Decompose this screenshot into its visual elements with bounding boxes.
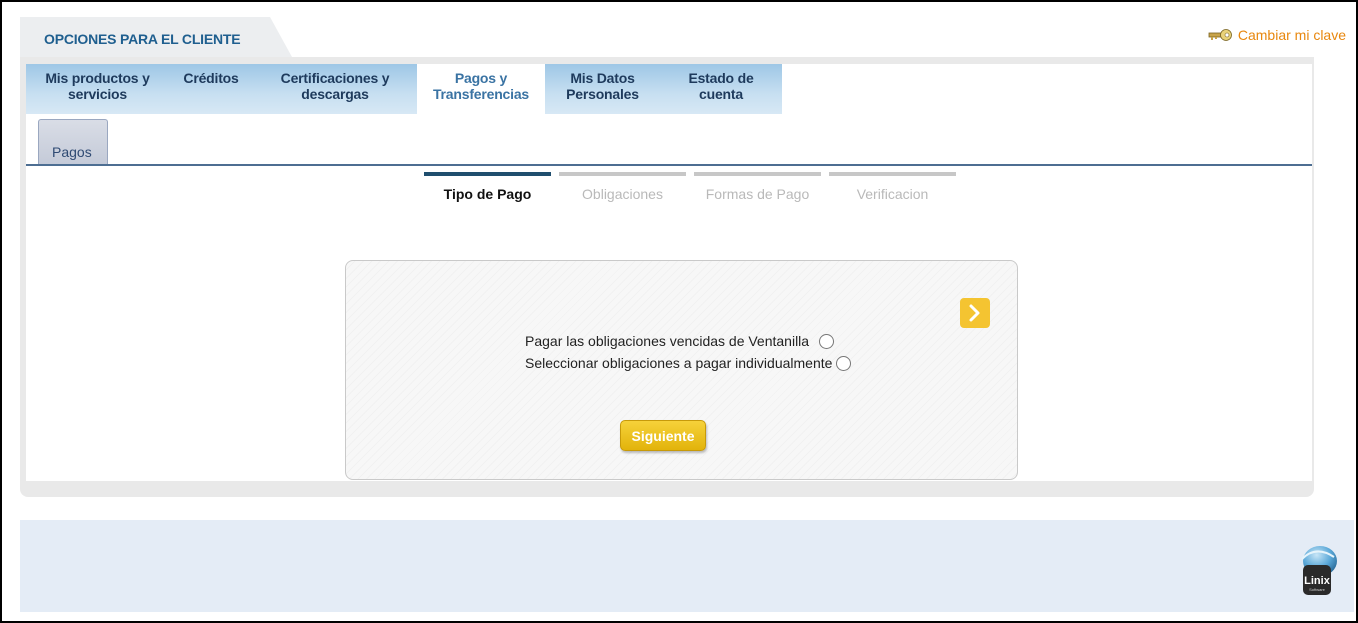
tab-creditos[interactable]: Créditos xyxy=(169,64,253,114)
step-formas-de-pago: Formas de Pago xyxy=(694,172,821,202)
step-bar xyxy=(829,172,956,176)
siguiente-label: Siguiente xyxy=(631,427,695,444)
tab-label: Personales xyxy=(566,86,639,102)
wizard-steps: Tipo de Pago Obligaciones Formas de Pago… xyxy=(424,172,956,202)
step-verificacion: Verificacion xyxy=(829,172,956,202)
linix-logo: Linix Software xyxy=(1301,546,1337,595)
step-label: Obligaciones xyxy=(582,186,663,202)
tab-label: descargas xyxy=(301,86,369,102)
key-icon xyxy=(1208,29,1232,41)
tab-label: Mis Datos xyxy=(570,70,635,86)
option-individual: Seleccionar obligaciones a pagar individ… xyxy=(525,355,852,371)
logo-text: Linix xyxy=(1304,575,1331,587)
step-bar xyxy=(694,172,821,176)
change-password-label: Cambiar mi clave xyxy=(1237,27,1346,43)
tab-label: Estado de xyxy=(688,70,754,86)
tab-mis-datos[interactable]: Mis Datos Personales xyxy=(545,64,660,114)
subtab-pagos[interactable]: Pagos xyxy=(38,119,108,165)
tab-certificaciones[interactable]: Certificaciones y descargas xyxy=(253,64,417,114)
main-tabs: Mis productos y servicios Créditos Certif… xyxy=(26,64,782,114)
tab-label: cuenta xyxy=(699,86,743,102)
option-label: Seleccionar obligaciones a pagar individ… xyxy=(525,355,833,371)
page-title: OPCIONES PARA EL CLIENTE xyxy=(44,31,241,47)
change-password-link[interactable]: Cambiar mi clave xyxy=(1208,27,1346,43)
tab-label: Créditos xyxy=(183,70,239,86)
arrow-right-icon xyxy=(969,304,980,322)
tab-estado-cuenta[interactable]: Estado de cuenta xyxy=(660,64,782,114)
tab-label: servicios xyxy=(68,86,127,102)
step-bar xyxy=(559,172,686,176)
footer xyxy=(20,520,1354,612)
radio-individual[interactable] xyxy=(836,355,852,371)
tab-label: Transferencias xyxy=(432,86,530,102)
step-obligaciones: Obligaciones xyxy=(559,172,686,202)
step-bar xyxy=(424,172,551,176)
tab-pagos-transferencias[interactable]: Pagos y Transferencias xyxy=(417,64,545,114)
subtab-label: Pagos xyxy=(52,144,92,160)
radio-vencidas[interactable] xyxy=(819,333,835,349)
tab-label: Mis productos y xyxy=(45,70,150,86)
step-label: Tipo de Pago xyxy=(443,186,532,202)
tab-label: Pagos y xyxy=(454,70,508,86)
logo-subtext: Software xyxy=(1309,587,1326,592)
siguiente-button[interactable]: Siguiente xyxy=(620,420,706,451)
option-label: Pagar las obligaciones vencidas de Venta… xyxy=(525,333,810,349)
tab-mis-productos[interactable]: Mis productos y servicios xyxy=(26,64,169,114)
step-tipo-de-pago: Tipo de Pago xyxy=(424,172,551,202)
divider xyxy=(26,164,1312,166)
option-vencidas: Pagar las obligaciones vencidas de Venta… xyxy=(525,333,835,349)
tab-label: Certificaciones y xyxy=(280,70,390,86)
step-label: Verificacion xyxy=(856,186,929,202)
step-label: Formas de Pago xyxy=(705,186,810,202)
next-arrow-button[interactable] xyxy=(960,298,990,328)
